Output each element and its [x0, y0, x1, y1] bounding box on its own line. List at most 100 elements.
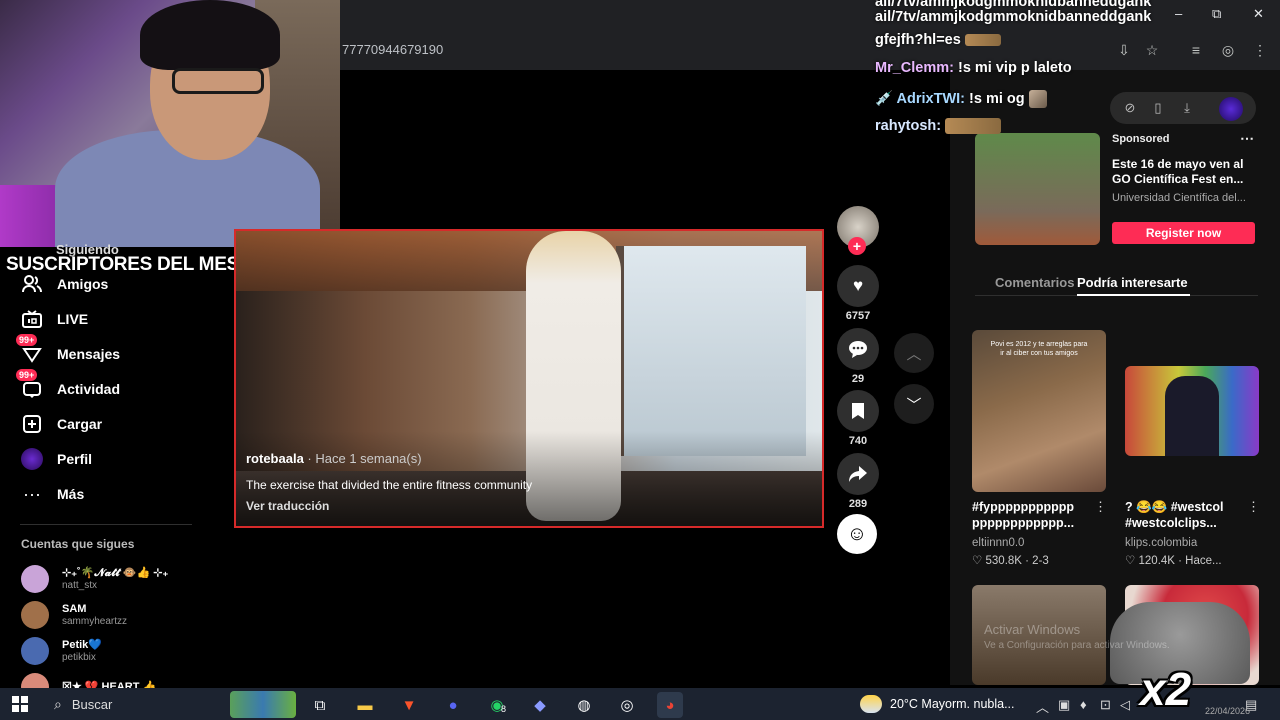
account-handle: sammyheartzz — [62, 616, 128, 627]
recommended-video-thumbnail[interactable]: Povi es 2012 y te arreglas para ir al ci… — [972, 330, 1106, 492]
messages-badge: 99+ — [16, 334, 38, 346]
avatar — [21, 637, 49, 665]
account-name: Petik💙 — [62, 639, 102, 651]
phone-icon[interactable]: ▯ — [1148, 98, 1168, 118]
download-icon[interactable]: ⤓ — [1177, 98, 1197, 118]
file-explorer-icon[interactable]: ▬ — [352, 692, 378, 718]
register-now-button[interactable]: Register now — [1112, 222, 1255, 244]
bookmark-icon — [852, 403, 864, 419]
sidebar-item-live[interactable]: LIVE — [20, 306, 88, 332]
account-icon[interactable]: ◎ — [1218, 40, 1238, 60]
app-icon[interactable]: ◆ — [527, 692, 553, 718]
recommended-video-caption[interactable]: #fyppppppppppp pppppppppppp... — [972, 499, 1104, 531]
restore-button[interactable]: ⧉ — [1212, 6, 1221, 22]
tab-comments[interactable]: Comentarios — [995, 275, 1074, 290]
whatsapp-icon[interactable]: ◉ 8 — [484, 692, 510, 718]
sidebar-item-label: Cargar — [57, 416, 103, 432]
thumbnail-caption: Povi es 2012 y te arreglas para ir al ci… — [990, 341, 1088, 357]
follow-plus-icon[interactable]: + — [848, 237, 866, 255]
video-options-icon[interactable]: ⋮ — [1094, 499, 1107, 515]
chevron-up-icon[interactable]: ︿ — [1036, 697, 1049, 716]
brave-browser-icon[interactable]: ▼ — [396, 692, 422, 718]
video-options-icon[interactable]: ⋮ — [1247, 499, 1260, 515]
chrome-icon[interactable]: ◕ — [657, 692, 683, 718]
like-button[interactable]: ♥ — [837, 265, 879, 307]
followed-account[interactable]: SAM sammyheartzz — [21, 601, 127, 629]
ad-more-icon[interactable]: ⋯ — [1240, 130, 1254, 147]
heart-icon: ♥ — [852, 276, 864, 295]
windows-start-icon[interactable] — [12, 696, 28, 712]
followed-account[interactable]: ⊹₊˚🌴𝓝𝓪𝓽𝓽 🐵👍 ⊹₊ natt_stx — [21, 565, 168, 593]
video-player[interactable]: rotebaala · Hace 1 semana(s) The exercis… — [234, 229, 824, 528]
sidebar-item-messages[interactable]: 99+ Mensajes — [16, 334, 120, 367]
activate-windows-watermark: Activar Windows Ve a Configuración para … — [984, 622, 1170, 651]
bookmark-star-icon[interactable]: ☆ — [1142, 40, 1162, 60]
avatar — [21, 601, 49, 629]
recommended-video-author[interactable]: eltiinnn0.0 — [972, 537, 1024, 549]
live-icon — [20, 307, 44, 331]
sidebar-divider — [20, 524, 192, 525]
like-count: 6757 — [845, 310, 871, 322]
sidebar-item-activity[interactable]: 99+ Actividad — [16, 369, 120, 402]
sidebar-item-upload[interactable]: Cargar — [20, 411, 102, 437]
search-highlight-image[interactable] — [230, 691, 296, 718]
sidebar-item-label: Más — [57, 486, 85, 502]
obs-icon[interactable]: ◍ — [571, 692, 597, 718]
account-name: SAM — [62, 603, 87, 615]
ad-title[interactable]: Este 16 de mayo ven al GO Científica Fes… — [1112, 157, 1257, 187]
sidebar-item-more[interactable]: ··· Más — [20, 481, 84, 507]
ad-sponsored-label: Sponsored — [1112, 133, 1170, 145]
ad-organization: Universidad Científica del... — [1112, 192, 1246, 204]
install-app-icon[interactable]: ⇩ — [1114, 40, 1134, 60]
recommended-video-caption[interactable]: ? 😂😂 #westcol #westcolclips... — [1125, 499, 1257, 531]
task-view-icon[interactable]: ⧉ — [307, 692, 333, 718]
comment-icon — [849, 341, 867, 358]
weather-widget[interactable]: 20°C Mayorm. nubla... — [860, 695, 1015, 713]
share-count: 289 — [848, 498, 868, 510]
close-button[interactable]: ✕ — [1253, 6, 1264, 22]
media-controls-icon[interactable]: ≡ — [1186, 40, 1206, 60]
volume-icon[interactable]: ◁ — [1120, 697, 1130, 713]
tab-suggested[interactable]: Podría interesarte — [1077, 275, 1188, 290]
ad-thumbnail[interactable] — [975, 133, 1100, 245]
discord-icon[interactable]: ● — [440, 692, 466, 718]
search-icon: ⌕ — [54, 695, 62, 712]
activity-badge: 99+ — [16, 369, 38, 381]
video-author[interactable]: rotebaala · Hace 1 semana(s) — [246, 451, 422, 466]
following-accounts-title: Cuentas que sigues — [21, 537, 135, 551]
video-description: The exercise that divided the entire fit… — [246, 478, 533, 492]
save-count: 740 — [848, 435, 868, 447]
taskbar-search[interactable]: ⌕ Buscar — [44, 688, 224, 720]
microphone-icon[interactable]: ♦ — [1080, 697, 1087, 712]
followed-account[interactable]: Petik💙 petikbix — [21, 637, 102, 665]
compass-icon[interactable]: ⊘ — [1120, 98, 1140, 118]
account-handle: petikbix — [62, 652, 96, 663]
active-tab-indicator — [1077, 294, 1190, 296]
see-translation-link[interactable]: Ver traducción — [246, 499, 329, 513]
obs-studio-icon[interactable]: ◎ — [614, 692, 640, 718]
recommended-video-stats: ♡ 120.4K · Hace... — [1125, 555, 1222, 567]
music-disc-icon[interactable]: ☺ — [837, 514, 877, 554]
network-icon[interactable]: ⊡ — [1100, 697, 1111, 713]
sidebar-item-profile[interactable]: Perfil — [20, 446, 92, 472]
emote-image — [964, 34, 1001, 47]
sidebar-item-friends[interactable]: Amigos — [20, 271, 108, 297]
profile-avatar[interactable] — [1219, 97, 1243, 121]
browser-menu-icon[interactable]: ⋮ — [1250, 40, 1270, 60]
previous-video-button[interactable]: ︿ — [894, 333, 934, 373]
next-video-button[interactable]: ﹀ — [894, 384, 934, 424]
emote-image — [1028, 90, 1047, 109]
comment-button[interactable] — [837, 328, 879, 370]
chat-message: ail/7tv/ammjkodgmmoknidbanneddgank — [875, 9, 1152, 25]
minimize-button[interactable]: – — [1175, 6, 1182, 21]
address-bar-url[interactable]: 77770944679190 — [342, 42, 443, 57]
chevron-down-icon: ﹀ — [906, 396, 922, 414]
chat-message: gfejfh?hl=es — [875, 32, 1001, 48]
camera-icon[interactable]: ▣ — [1058, 697, 1070, 713]
save-button[interactable] — [837, 390, 879, 432]
share-button[interactable] — [837, 453, 879, 495]
emote-image — [945, 118, 1002, 135]
recommended-video-author[interactable]: klips.colombia — [1125, 537, 1197, 549]
recommended-video-thumbnail[interactable] — [1125, 366, 1259, 456]
sidebar-item-label: LIVE — [57, 311, 89, 327]
